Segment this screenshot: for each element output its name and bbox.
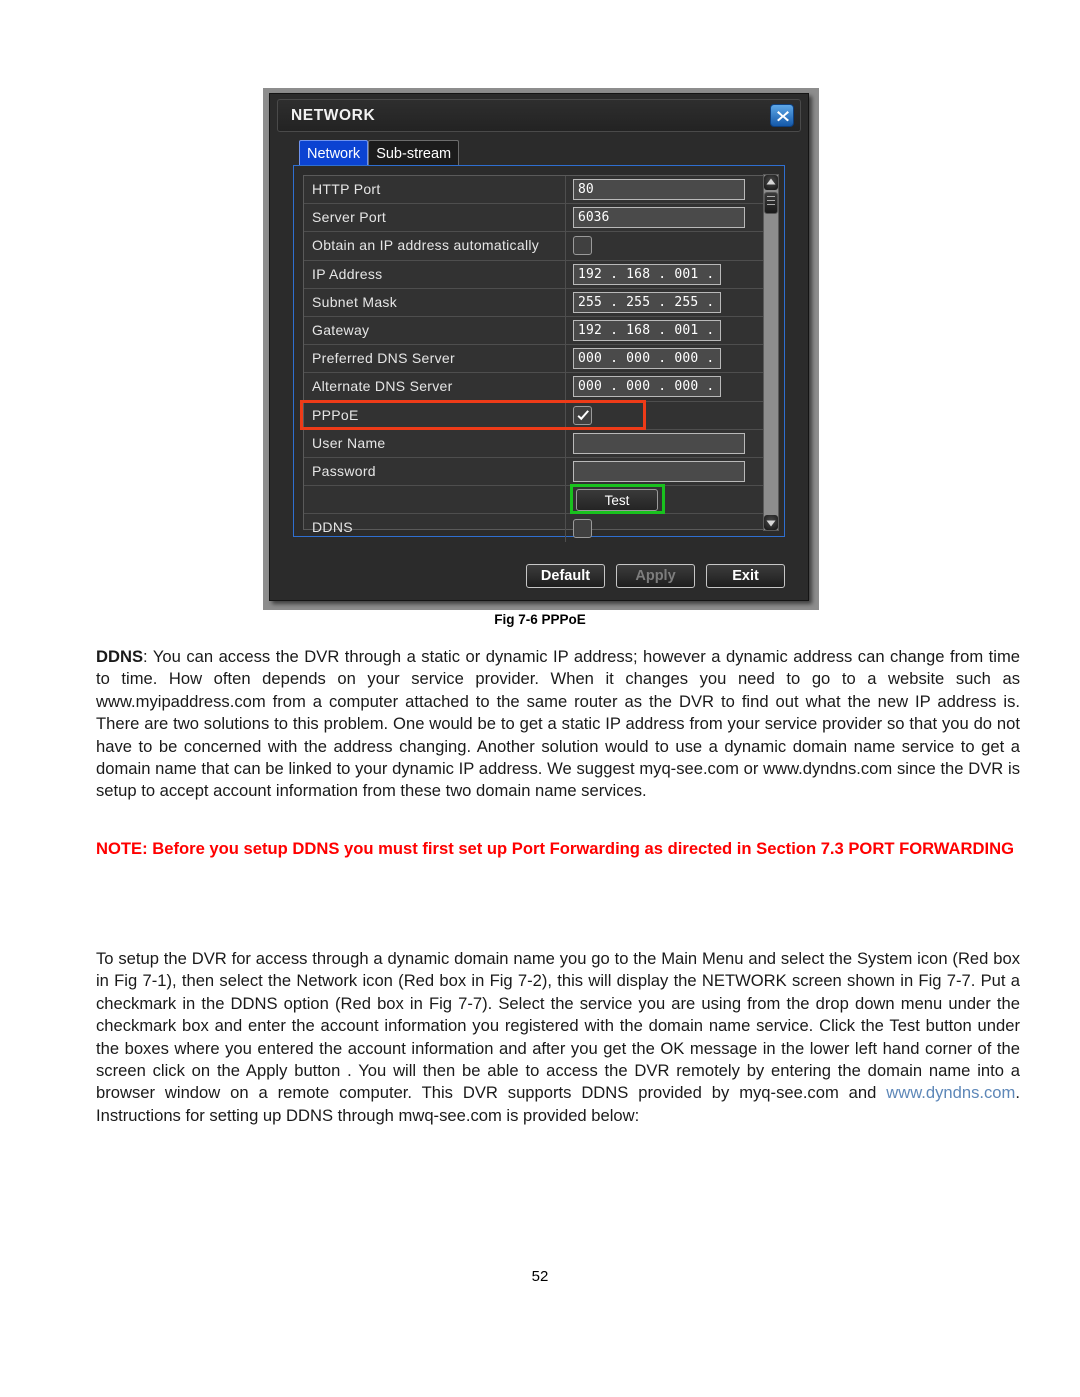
control-preferred-dns: 000 . 000 . 000 . 000 <box>566 345 764 372</box>
http-port-input[interactable]: 80 <box>573 179 745 201</box>
tab-sub-stream[interactable]: Sub-stream <box>368 140 460 166</box>
label-preferred-dns: Preferred DNS Server <box>304 345 566 373</box>
ddns-paragraph-text: : You can access the DVR through a stati… <box>96 647 1020 801</box>
label-user-name: User Name <box>304 429 566 457</box>
paragraph-ddns: DDNS: You can access the DVR through a s… <box>96 646 1020 803</box>
label-obtain-ip-auto: Obtain an IP address automatically <box>304 232 566 260</box>
control-user-name <box>566 430 764 457</box>
figure-caption: Fig 7-6 PPPoE <box>494 612 586 627</box>
scrollbar-thumb[interactable] <box>764 192 778 214</box>
password-input[interactable] <box>573 460 745 482</box>
control-test: Test <box>566 486 764 513</box>
row-password: Password <box>304 457 764 487</box>
label-http-port: HTTP Port <box>304 176 566 204</box>
pppoe-checkbox[interactable] <box>573 405 592 425</box>
label-ddns: DDNS <box>304 514 566 543</box>
control-pppoe <box>566 402 764 429</box>
row-user-name: User Name <box>304 429 764 458</box>
row-ip-address: IP Address 192 . 168 . 001 . 100 <box>304 260 764 289</box>
label-subnet-mask: Subnet Mask <box>304 288 566 316</box>
dialog-titlebar: NETWORK <box>277 99 801 132</box>
row-server-port: Server Port 6036 <box>304 204 764 233</box>
alternate-dns-input[interactable]: 000 . 000 . 000 . 000 <box>573 376 721 398</box>
scroll-down-arrow-icon[interactable] <box>764 515 778 530</box>
exit-button[interactable]: Exit <box>706 564 785 588</box>
dialog-tabs: Network Sub-stream <box>299 140 460 166</box>
control-alternate-dns: 000 . 000 . 000 . 000 <box>566 373 764 400</box>
label-test-row <box>304 486 566 514</box>
row-subnet-mask: Subnet Mask 255 . 255 . 255 . 000 <box>304 288 764 317</box>
control-gateway: 192 . 168 . 001 . 001 <box>566 317 764 344</box>
label-pppoe: PPPoE <box>304 401 566 429</box>
label-gateway: Gateway <box>304 316 566 345</box>
network-settings-panel: HTTP Port 80 Server Port 6036 Obtain an … <box>293 165 785 543</box>
control-ddns <box>566 514 764 542</box>
dvr-network-dialog-figure: NETWORK Network Sub-stream HTTP Port 80 <box>263 88 819 610</box>
row-pppoe: PPPoE <box>300 399 764 430</box>
row-preferred-dns: Preferred DNS Server 000 . 000 . 000 . 0… <box>304 345 764 374</box>
ddns-lead-term: DDNS <box>96 647 144 666</box>
settings-scrollbar[interactable] <box>763 174 779 531</box>
preferred-dns-input[interactable]: 000 . 000 . 000 . 000 <box>573 348 721 370</box>
dyndns-link[interactable]: www.dyndns.com <box>886 1083 1015 1102</box>
label-alternate-dns: Alternate DNS Server <box>304 373 566 401</box>
obtain-ip-auto-checkbox[interactable] <box>573 236 592 256</box>
dialog-title: NETWORK <box>291 107 376 124</box>
subnet-mask-input[interactable]: 255 . 255 . 255 . 000 <box>573 291 721 313</box>
network-dialog: NETWORK Network Sub-stream HTTP Port 80 <box>269 93 809 601</box>
row-obtain-ip-auto: Obtain an IP address automatically <box>304 232 764 261</box>
control-password <box>566 458 764 485</box>
control-http-port: 80 <box>566 176 764 203</box>
control-subnet-mask: 255 . 255 . 255 . 000 <box>566 289 764 316</box>
gateway-input[interactable]: 192 . 168 . 001 . 001 <box>573 320 721 342</box>
ddns-checkbox[interactable] <box>573 518 592 538</box>
control-ip-address: 192 . 168 . 001 . 100 <box>566 261 764 288</box>
apply-button[interactable]: Apply <box>616 564 695 588</box>
label-ip-address: IP Address <box>304 260 566 288</box>
ip-address-input[interactable]: 192 . 168 . 001 . 100 <box>573 263 721 285</box>
row-alternate-dns: Alternate DNS Server 000 . 000 . 000 . 0… <box>304 373 764 402</box>
row-http-port: HTTP Port 80 <box>304 176 764 205</box>
label-password: Password <box>304 457 566 486</box>
dialog-footer-buttons: Default Apply Exit <box>270 564 801 588</box>
settings-grid: HTTP Port 80 Server Port 6036 Obtain an … <box>300 175 765 543</box>
row-test: Test <box>304 484 764 515</box>
default-button[interactable]: Default <box>526 564 605 588</box>
page-number: 52 <box>531 1268 549 1285</box>
control-obtain-ip-auto <box>566 232 764 259</box>
row-gateway: Gateway 192 . 168 . 001 . 001 <box>304 316 764 346</box>
label-server-port: Server Port <box>304 204 566 232</box>
tab-network[interactable]: Network <box>299 140 369 166</box>
paragraph-setup: To setup the DVR for access through a dy… <box>96 948 1020 1127</box>
server-port-input[interactable]: 6036 <box>573 207 745 229</box>
paragraph-note: NOTE: Before you setup DDNS you must fir… <box>96 839 1014 858</box>
scroll-up-arrow-icon[interactable] <box>764 175 778 190</box>
control-server-port: 6036 <box>566 204 764 231</box>
row-ddns: DDNS <box>304 514 764 543</box>
user-name-input[interactable] <box>573 432 745 454</box>
setup-text-part1: To setup the DVR for access through a dy… <box>96 949 1020 1103</box>
test-button[interactable]: Test <box>576 488 658 511</box>
close-icon[interactable] <box>770 104 794 127</box>
